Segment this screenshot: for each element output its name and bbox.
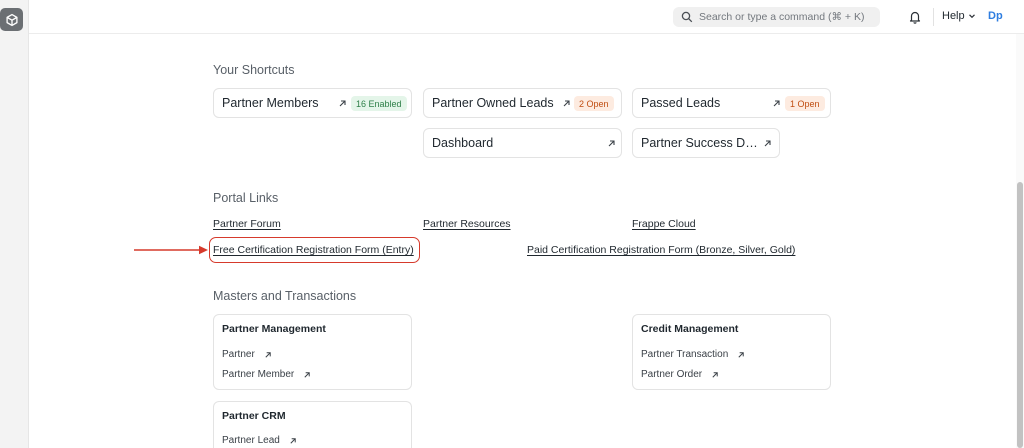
- notification-bell-icon[interactable]: [908, 10, 922, 24]
- link-paid-certification-registration-form[interactable]: Paid Certification Registration Form (Br…: [527, 244, 795, 256]
- card-link-label: Partner Member: [222, 369, 295, 380]
- status-badge: 16 Enabled: [351, 96, 407, 111]
- masters-section-title: Masters and Transactions: [213, 289, 357, 303]
- help-label: Help: [942, 10, 965, 22]
- shortcut-dashboard[interactable]: Dashboard: [423, 128, 622, 158]
- shortcut-partner-success-dashboard[interactable]: Partner Success Da...: [632, 128, 780, 158]
- annotation-highlight-box: [209, 237, 420, 263]
- arrow-up-right-icon: [712, 371, 718, 378]
- shortcut-partner-owned-leads[interactable]: Partner Owned Leads 2 Open: [423, 88, 622, 118]
- card-link-label: Partner Transaction: [641, 349, 729, 360]
- shortcuts-section-title: Your Shortcuts: [213, 63, 295, 77]
- card-link-label: Partner Order: [641, 369, 703, 380]
- card-link-partner-transaction[interactable]: Partner Transaction: [641, 349, 745, 360]
- navbar-divider: [933, 8, 934, 26]
- app-logo-icon[interactable]: [0, 8, 23, 31]
- chevron-down-icon: [968, 14, 975, 19]
- arrow-up-right-icon: [290, 437, 296, 444]
- sidebar-rail: [0, 0, 29, 448]
- arrow-up-right-icon: [304, 371, 310, 378]
- card-link-partner-member[interactable]: Partner Member: [222, 369, 311, 380]
- shortcut-passed-leads[interactable]: Passed Leads 1 Open: [632, 88, 831, 118]
- card-credit-management: Credit Management Partner Transaction Pa…: [632, 314, 831, 390]
- shortcut-label: Dashboard: [432, 136, 494, 150]
- card-link-partner-lead[interactable]: Partner Lead: [222, 435, 297, 446]
- link-partner-forum[interactable]: Partner Forum: [213, 218, 281, 230]
- arrow-up-right-icon: [563, 100, 570, 107]
- card-link-label: Partner Lead: [222, 435, 280, 446]
- arrow-up-right-icon: [608, 140, 615, 147]
- shortcut-partner-members[interactable]: Partner Members 16 Enabled: [213, 88, 412, 118]
- card-link-label: Partner: [222, 349, 255, 360]
- status-badge: 1 Open: [785, 96, 825, 111]
- arrow-up-right-icon: [764, 140, 771, 147]
- arrow-up-right-icon: [773, 100, 780, 107]
- card-partner-crm: Partner CRM Partner Lead: [213, 401, 412, 448]
- status-badge: 2 Open: [574, 96, 614, 111]
- link-frappe-cloud[interactable]: Frappe Cloud: [632, 218, 696, 230]
- arrow-up-right-icon: [738, 351, 744, 358]
- portal-links-section-title: Portal Links: [213, 191, 279, 205]
- shortcut-label: Partner Members: [222, 96, 319, 110]
- arrow-up-right-icon: [265, 351, 271, 358]
- shortcut-label: Partner Success Da...: [641, 136, 759, 150]
- shortcut-label: Passed Leads: [641, 96, 721, 110]
- annotation-arrow-icon: [134, 245, 208, 255]
- search-bar[interactable]: [673, 7, 880, 27]
- search-input[interactable]: [699, 11, 879, 23]
- arrow-up-right-icon: [339, 100, 346, 107]
- scrollbar-thumb[interactable]: [1017, 182, 1023, 448]
- card-title: Partner CRM: [222, 410, 286, 422]
- card-link-partner-order[interactable]: Partner Order: [641, 369, 719, 380]
- link-partner-resources[interactable]: Partner Resources: [423, 218, 511, 230]
- card-title: Partner Management: [222, 323, 326, 335]
- card-partner-management: Partner Management Partner Partner Membe…: [213, 314, 412, 390]
- shortcut-label: Partner Owned Leads: [432, 96, 554, 110]
- card-link-partner[interactable]: Partner: [222, 349, 272, 360]
- user-avatar[interactable]: Dp: [988, 10, 1003, 22]
- card-title: Credit Management: [641, 323, 739, 335]
- help-dropdown[interactable]: Help: [942, 10, 976, 22]
- top-navbar: Help Dp: [29, 0, 1024, 34]
- search-icon: [681, 11, 693, 23]
